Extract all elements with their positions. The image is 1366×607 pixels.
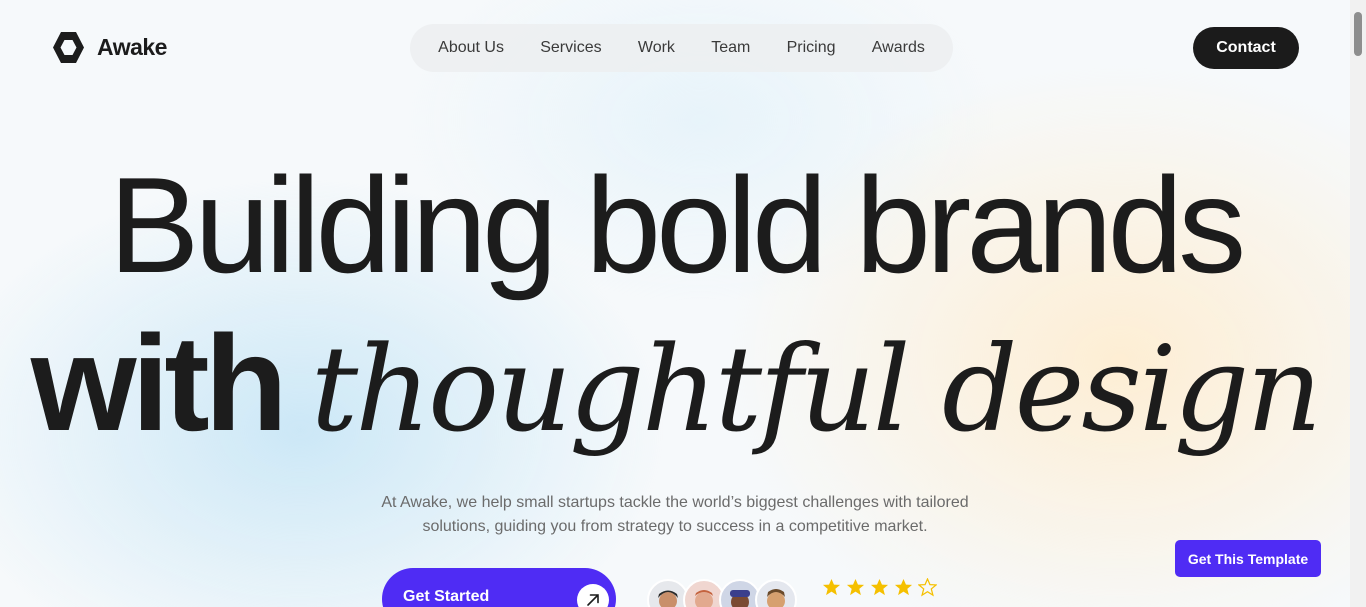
- brand-name: Awake: [97, 34, 167, 60]
- brand-logo[interactable]: Awake: [52, 31, 167, 64]
- contact-button[interactable]: Contact: [1193, 27, 1299, 69]
- nav-item-team[interactable]: Team: [711, 39, 750, 57]
- main-nav: About Us Services Work Team Pricing Awar…: [410, 24, 953, 72]
- arrow-up-right-icon: [577, 584, 609, 607]
- star-icon: [822, 578, 841, 596]
- nav-item-awards[interactable]: Awards: [872, 39, 925, 57]
- page: Awake About Us Services Work Team Pricin…: [0, 0, 1350, 607]
- star-icon: [846, 578, 865, 596]
- hero-headline-line1: Building bold brands: [108, 149, 1246, 301]
- hero-headline-plain: with: [30, 307, 288, 459]
- scrollbar-thumb[interactable]: [1354, 12, 1362, 56]
- hero-subtitle-line2: solutions, guiding you from strategy to …: [422, 518, 928, 535]
- star-icon: [894, 578, 913, 596]
- nav-item-pricing[interactable]: Pricing: [787, 39, 836, 57]
- get-started-button[interactable]: Get Started: [382, 568, 616, 607]
- get-started-label: Get Started: [403, 588, 490, 605]
- star-icon: [918, 578, 937, 597]
- hero-headline-line2: with thoughtful design: [0, 315, 1350, 451]
- nav-item-work[interactable]: Work: [638, 39, 675, 57]
- hero-subtitle: At Awake, we help small startups tackle …: [375, 491, 975, 539]
- hexagon-logo-icon: [53, 32, 84, 63]
- customer-avatars: [647, 579, 797, 607]
- hero-subtitle-line1: At Awake, we help small startups tackle …: [381, 494, 969, 511]
- hero-headline-italic: thoughtful design: [310, 320, 1323, 458]
- nav-item-services[interactable]: Services: [540, 39, 601, 57]
- avatar: [755, 579, 797, 607]
- star-icon: [870, 578, 889, 596]
- rating-stars: [822, 578, 937, 597]
- nav-item-about-us[interactable]: About Us: [438, 39, 504, 57]
- scrollbar[interactable]: [1350, 0, 1366, 607]
- get-this-template-button[interactable]: Get This Template: [1175, 540, 1321, 577]
